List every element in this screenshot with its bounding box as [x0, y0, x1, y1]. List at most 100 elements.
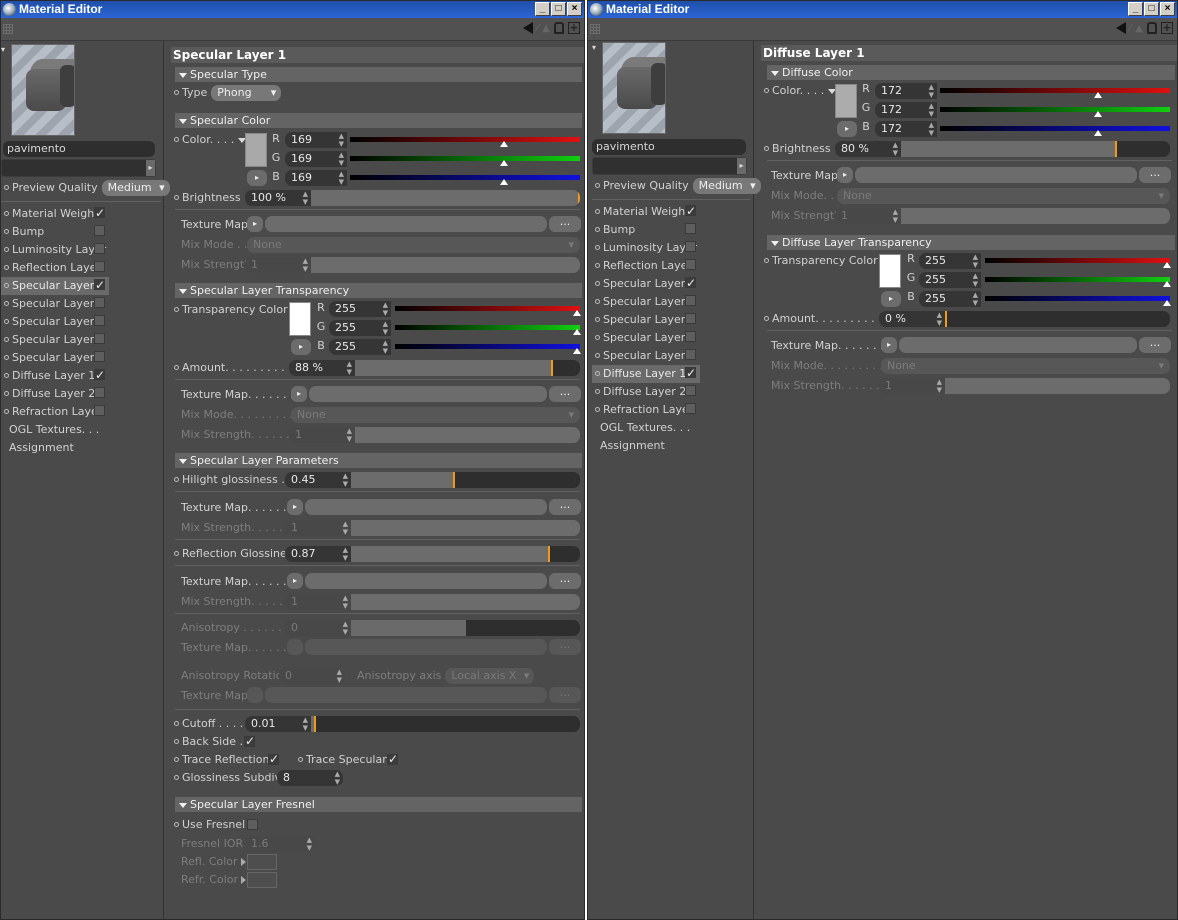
- texture-map-play-button[interactable]: ▸: [881, 337, 897, 353]
- animate-dot-icon[interactable]: [764, 88, 769, 93]
- new-panel-icon[interactable]: +: [1161, 22, 1173, 34]
- mix-mode-dropdown[interactable]: None ▾: [881, 358, 1170, 374]
- channel-item[interactable]: Diffuse Layer 1: [592, 365, 700, 383]
- animate-dot-icon[interactable]: [174, 721, 179, 726]
- mix-strength-field[interactable]: 1 ▲ ▼: [245, 257, 311, 273]
- ogl-textures-link[interactable]: OGL Textures. . .: [1, 421, 161, 439]
- channel-checkbox[interactable]: [685, 385, 696, 396]
- animate-dot-icon[interactable]: [298, 757, 303, 762]
- animate-dot-icon[interactable]: [595, 389, 600, 394]
- back-side-checkbox[interactable]: ✓: [244, 735, 255, 747]
- channel-item[interactable]: Specular Layer 2: [592, 293, 700, 311]
- preview-quality-dropdown[interactable]: Medium: [692, 178, 761, 194]
- channel-checkbox[interactable]: [685, 241, 696, 252]
- maximize-button[interactable]: □: [551, 2, 566, 16]
- channel-checkbox[interactable]: [94, 225, 105, 236]
- section-specular-type[interactable]: Specular Type: [175, 67, 582, 82]
- mix-strength-slider[interactable]: [945, 378, 1170, 394]
- refr-color-swatch[interactable]: [247, 872, 277, 888]
- channel-checkbox[interactable]: [94, 297, 105, 308]
- material-name-field[interactable]: pavimento: [3, 141, 155, 157]
- texture-map-browse-button[interactable]: ...: [1139, 337, 1171, 353]
- mix-strength-slider[interactable]: [901, 208, 1170, 224]
- preview-quality-dropdown[interactable]: Medium: [101, 180, 170, 196]
- texture-map-field[interactable]: [265, 687, 547, 703]
- texture-map-field[interactable]: [899, 337, 1137, 353]
- brightness-value-field[interactable]: 80 % ▲ ▼: [835, 141, 901, 157]
- animate-dot-icon[interactable]: [595, 281, 600, 286]
- g-value-field[interactable]: 255 ▲ ▼: [329, 320, 391, 336]
- material-name-field[interactable]: pavimento: [592, 139, 746, 155]
- amount-slider[interactable]: [945, 311, 1170, 327]
- chevron-right-icon[interactable]: ▸: [146, 160, 155, 176]
- section-specular-parameters[interactable]: Specular Layer Parameters: [175, 453, 582, 468]
- channel-checkbox[interactable]: [685, 331, 696, 342]
- caret-right-icon[interactable]: [241, 876, 247, 884]
- refl-color-swatch[interactable]: [247, 854, 277, 870]
- channel-item[interactable]: Diffuse Layer 2: [1, 385, 109, 403]
- anisotropy-rotation-field[interactable]: 0 ▲ ▼: [279, 668, 345, 684]
- b-color-slider[interactable]: [395, 344, 581, 354]
- animate-dot-icon[interactable]: [595, 183, 600, 188]
- mix-mode-dropdown[interactable]: None ▾: [837, 188, 1170, 204]
- b-value-field[interactable]: 255 ▲ ▼: [919, 291, 981, 307]
- channel-item[interactable]: Specular Layer 1: [592, 275, 700, 293]
- animate-dot-icon[interactable]: [174, 822, 179, 827]
- channel-checkbox[interactable]: [94, 279, 105, 290]
- cutoff-slider[interactable]: [311, 716, 580, 732]
- channel-item[interactable]: Specular Layer 5: [1, 349, 109, 367]
- g-color-slider[interactable]: [940, 107, 1170, 117]
- animate-dot-icon[interactable]: [595, 299, 600, 304]
- channel-item[interactable]: Material Weight: [592, 203, 700, 221]
- animate-dot-icon[interactable]: [595, 227, 600, 232]
- brightness-slider[interactable]: [901, 141, 1170, 157]
- mix-strength-field[interactable]: 1 ▲ ▼: [289, 427, 355, 443]
- animate-dot-icon[interactable]: [595, 245, 600, 250]
- channel-item[interactable]: Specular Layer 4: [1, 331, 109, 349]
- channel-item[interactable]: Bump: [1, 223, 109, 241]
- channel-item[interactable]: Specular Layer 5: [592, 347, 700, 365]
- b-value-field[interactable]: 172 ▲ ▼: [875, 121, 937, 137]
- new-panel-icon[interactable]: +: [568, 22, 580, 34]
- g-value-field[interactable]: 172 ▲ ▼: [875, 102, 937, 118]
- animate-dot-icon[interactable]: [764, 258, 769, 263]
- reflection-glossiness-field[interactable]: 0.87 ▲ ▼: [285, 546, 351, 562]
- r-value-field[interactable]: 255 ▲ ▼: [919, 253, 981, 269]
- animate-dot-icon[interactable]: [595, 407, 600, 412]
- hilight-slider[interactable]: [351, 472, 580, 488]
- channel-checkbox[interactable]: [685, 295, 696, 306]
- mix-strength-field[interactable]: 1 ▲ ▼: [835, 208, 901, 224]
- color-mode-button[interactable]: ▸: [837, 121, 857, 137]
- back-arrow-icon[interactable]: [1115, 22, 1126, 34]
- channel-checkbox[interactable]: [94, 369, 105, 380]
- animate-dot-icon[interactable]: [595, 263, 600, 268]
- channel-checkbox[interactable]: [685, 277, 696, 288]
- channel-item[interactable]: Specular Layer 1: [1, 277, 109, 295]
- back-arrow-icon[interactable]: [522, 22, 533, 34]
- color-mode-button[interactable]: ▸: [881, 291, 901, 307]
- channel-checkbox[interactable]: [94, 207, 105, 218]
- texture-map-play-button[interactable]: ▸: [247, 216, 263, 232]
- animate-dot-icon[interactable]: [4, 283, 9, 288]
- r-value-field[interactable]: 255 ▲ ▼: [329, 301, 391, 317]
- trace-reflections-checkbox[interactable]: ✓: [268, 753, 279, 765]
- lock-icon[interactable]: [554, 22, 564, 34]
- close-button[interactable]: ×: [567, 2, 582, 16]
- animate-dot-icon[interactable]: [4, 319, 9, 324]
- animate-dot-icon[interactable]: [174, 739, 179, 744]
- channel-item[interactable]: Diffuse Layer 1: [1, 367, 109, 385]
- nav-up-icon[interactable]: ⁄: [537, 23, 539, 34]
- channel-item[interactable]: Bump: [592, 221, 700, 239]
- section-specular-fresnel[interactable]: Specular Layer Fresnel: [175, 797, 582, 812]
- anisotropy-slider[interactable]: [351, 620, 580, 636]
- reflection-glossiness-slider[interactable]: [351, 546, 580, 562]
- texture-map-browse-button[interactable]: ...: [549, 499, 581, 515]
- collapse-triangle-icon[interactable]: ▾: [1, 45, 5, 54]
- r-color-slider[interactable]: [350, 137, 580, 147]
- glossiness-subdivs-field[interactable]: 8 ▲ ▼: [277, 770, 343, 786]
- mix-strength-slider[interactable]: [351, 594, 580, 610]
- mix-mode-dropdown[interactable]: None ▾: [291, 407, 580, 423]
- specular-color-swatch[interactable]: [245, 133, 267, 167]
- assignment-link[interactable]: Assignment: [592, 437, 752, 455]
- trace-specular-checkbox[interactable]: ✓: [387, 753, 398, 765]
